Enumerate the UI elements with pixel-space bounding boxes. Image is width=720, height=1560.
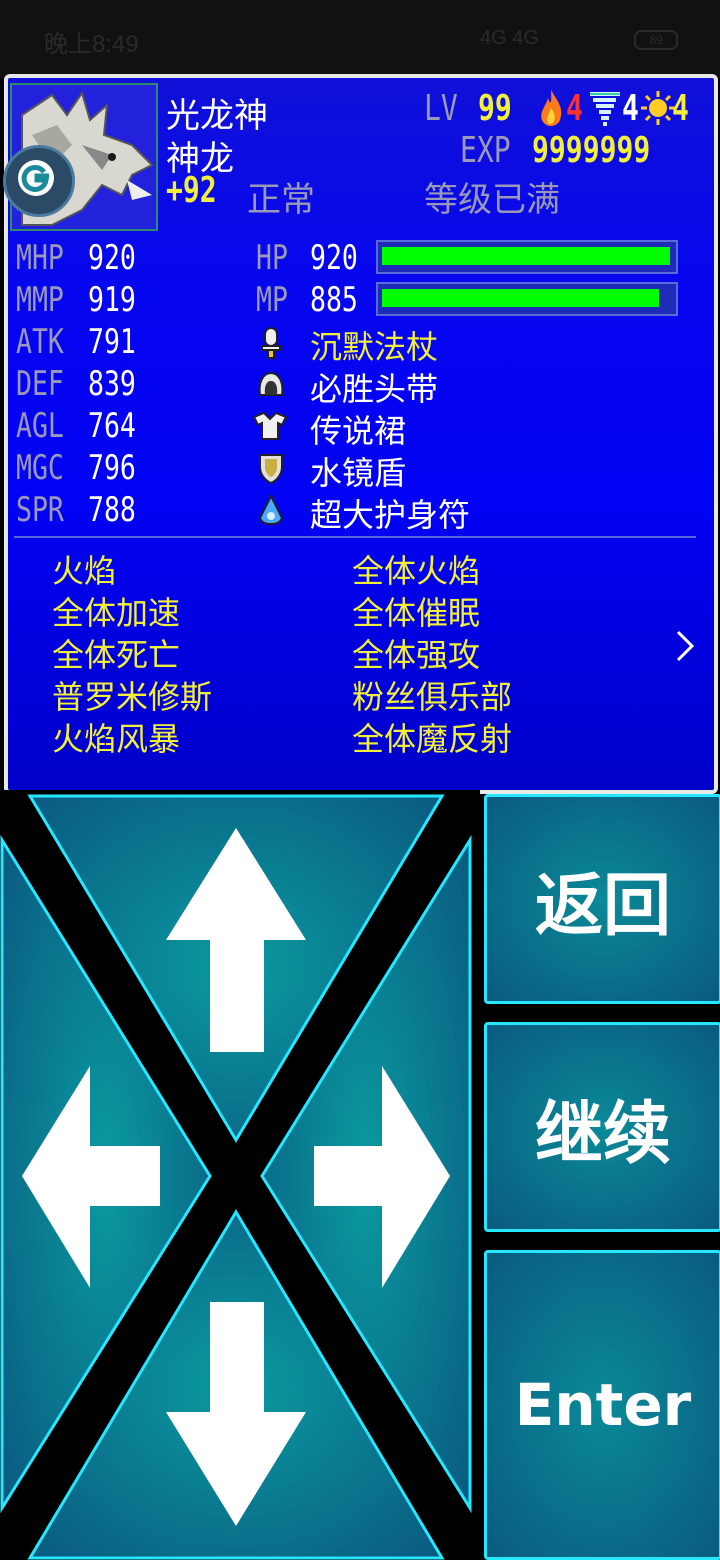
exp-label: EXP bbox=[460, 130, 511, 171]
equip-weapon[interactable]: 沉默法杖 bbox=[310, 322, 438, 368]
level-value: 99 bbox=[478, 88, 512, 129]
stat-label-def: DEF bbox=[16, 364, 64, 404]
wind-icon bbox=[588, 88, 622, 130]
stat-value-mhp: 920 bbox=[88, 238, 136, 278]
skill-list-item[interactable]: 全体死亡 bbox=[52, 630, 180, 676]
skill-list-item[interactable]: 火焰风暴 bbox=[52, 714, 180, 760]
equip-accessory[interactable]: 超大护身符 bbox=[310, 490, 470, 536]
helmet-icon bbox=[256, 369, 286, 401]
fire-count: 4 bbox=[566, 88, 583, 129]
bonus-value: +92 bbox=[166, 170, 217, 211]
exp-value: 9999999 bbox=[532, 130, 651, 171]
stat-value-mmp: 919 bbox=[88, 280, 136, 320]
back-button[interactable]: 返回 bbox=[484, 794, 720, 1004]
enter-button-label: Enter bbox=[514, 1371, 692, 1439]
level-label: LV bbox=[424, 88, 458, 129]
hp-bar-fill bbox=[382, 247, 670, 265]
skill-list-item[interactable]: 全体强攻 bbox=[352, 630, 480, 676]
g-overlay-icon[interactable] bbox=[3, 145, 75, 217]
stat-label-mhp: MHP bbox=[16, 238, 64, 278]
sun-count: 4 bbox=[672, 88, 689, 129]
stat-label-mmp: MMP bbox=[16, 280, 64, 320]
exp-status: 等级已满 bbox=[424, 180, 560, 220]
mp-bar-fill bbox=[382, 289, 659, 307]
fire-icon bbox=[536, 88, 566, 130]
staff-icon bbox=[256, 326, 286, 360]
stat-value-def: 839 bbox=[88, 364, 136, 404]
hp-bar bbox=[376, 240, 678, 274]
skill-list-item[interactable]: 全体催眠 bbox=[352, 588, 480, 634]
skill-list-item[interactable]: 全体火焰 bbox=[352, 546, 480, 592]
chevron-right-icon[interactable] bbox=[674, 628, 696, 664]
status-condition: 正常 bbox=[247, 180, 315, 220]
continue-button[interactable]: 继续 bbox=[484, 1022, 720, 1232]
hp-label: HP bbox=[256, 238, 288, 278]
skill-list-item[interactable]: 火焰 bbox=[52, 546, 116, 592]
wind-count: 4 bbox=[622, 88, 639, 129]
back-button-label: 返回 bbox=[534, 866, 671, 946]
skill-list-item[interactable]: 全体加速 bbox=[52, 588, 180, 634]
equip-shield[interactable]: 水镜盾 bbox=[310, 448, 406, 494]
equip-body[interactable]: 传说裙 bbox=[310, 406, 406, 452]
continue-button-label: 继续 bbox=[534, 1094, 671, 1174]
battery-icon: 89 bbox=[634, 30, 678, 50]
stat-value-atk: 791 bbox=[88, 322, 136, 362]
equip-head[interactable]: 必胜头带 bbox=[310, 364, 438, 410]
sun-icon bbox=[640, 90, 676, 126]
stat-value-mgc: 796 bbox=[88, 448, 136, 488]
shield-icon bbox=[256, 451, 286, 485]
dpad-controller bbox=[0, 790, 480, 1560]
stat-value-spr: 788 bbox=[88, 490, 136, 530]
skill-list-item[interactable]: 粉丝俱乐部 bbox=[352, 672, 512, 718]
skill-list-item[interactable]: 全体魔反射 bbox=[352, 714, 512, 760]
mp-label: MP bbox=[256, 280, 288, 320]
network-indicator: 4G 4G bbox=[480, 27, 539, 49]
status-time: 晚上8:49 bbox=[44, 31, 139, 58]
enter-button[interactable]: Enter bbox=[484, 1250, 720, 1560]
hp-value: 920 bbox=[310, 238, 358, 278]
mp-bar bbox=[376, 282, 678, 316]
skill-list-item[interactable]: 普罗米修斯 bbox=[52, 672, 212, 718]
panel-divider bbox=[14, 536, 696, 538]
stat-label-atk: ATK bbox=[16, 322, 64, 362]
mp-value: 885 bbox=[310, 280, 358, 320]
amulet-icon bbox=[256, 493, 286, 526]
stat-label-mgc: MGC bbox=[16, 448, 64, 488]
character-name: 光龙神 bbox=[166, 96, 268, 136]
armor-icon bbox=[252, 411, 288, 443]
stat-label-agl: AGL bbox=[16, 406, 64, 446]
stat-label-spr: SPR bbox=[16, 490, 64, 530]
stat-value-agl: 764 bbox=[88, 406, 136, 446]
